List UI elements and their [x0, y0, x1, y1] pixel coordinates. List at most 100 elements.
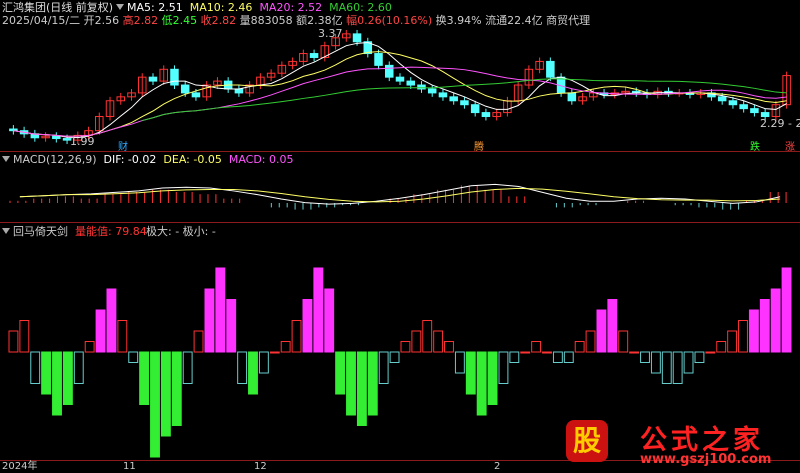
indicator-bar [41, 351, 52, 395]
quote-turnover: 换3.94% [435, 14, 482, 27]
candle-body [309, 53, 319, 58]
indicator-bar [150, 351, 160, 458]
quote-float: 流通22.4亿 [485, 14, 543, 27]
quote-high: 高2.82 [122, 14, 159, 27]
macd-dif: DIF: -0.02 [103, 153, 157, 166]
candle-body [449, 96, 458, 102]
indicator-bar [716, 341, 727, 353]
indicator-bar [748, 309, 759, 353]
indicator-bar [269, 351, 280, 354]
indicator-bar [770, 288, 781, 353]
indicator-bar [661, 351, 672, 384]
chevron-down-icon[interactable] [2, 156, 10, 162]
candle-body [395, 76, 405, 82]
candle-body [750, 108, 759, 114]
quote-change: 幅0.26(10.16%) [346, 14, 433, 27]
x-tick-0: 2024年 [2, 461, 38, 472]
indicator-bar [291, 320, 302, 353]
indicator-bar [258, 351, 269, 374]
indicator-bar [356, 351, 367, 426]
indicator-bar [400, 341, 411, 353]
macd-legend: MACD(12,26,9) DIF: -0.02 DEA: -0.05 MACD… [2, 154, 294, 166]
indicator-bar [128, 351, 139, 363]
price-right-label: 2.29 - 2 [760, 117, 800, 130]
indicator-bar [672, 351, 683, 384]
chevron-down-icon[interactable] [116, 4, 124, 10]
quote-industry: 商贸代理 [546, 14, 591, 27]
indicator-bar [759, 299, 770, 353]
candle-body [546, 60, 555, 78]
indicator-title: 回马倚天剑 [13, 225, 68, 238]
chart-window: 汇鸿集团(日线 前复权) MA5: 2.51 MA10: 2.46 MA20: … [0, 0, 800, 473]
indicator-bar [160, 351, 171, 437]
ma10-value: MA10: 2.46 [189, 1, 253, 14]
indicator-bar [389, 351, 400, 363]
quote-volume: 量883058 [239, 14, 293, 27]
quote-open: 开2.56 [83, 14, 120, 27]
indicator-bar [237, 351, 248, 384]
indicator-bar [313, 267, 324, 353]
chevron-down-icon[interactable] [2, 228, 10, 234]
indicator-bar [574, 341, 585, 353]
macd-dea: DEA: -0.05 [163, 153, 222, 166]
candle-body [438, 92, 448, 98]
candle-body [427, 88, 437, 94]
indicator-bar [454, 351, 465, 374]
tag-rise[interactable]: 涨 [785, 142, 795, 154]
indicator-bar [640, 351, 650, 363]
indicator-bar [498, 351, 509, 384]
candle-body [180, 84, 190, 94]
indicator-bar [95, 309, 106, 353]
indicator-bar [433, 330, 444, 353]
indicator-bar [335, 351, 346, 395]
quote-amount: 额2.38亿 [296, 14, 343, 27]
ma20-value: MA20: 2.52 [259, 1, 323, 14]
indicator-bar [487, 351, 498, 405]
candle-body [417, 84, 426, 90]
indicator-bar [204, 288, 215, 353]
quote-date: 2025/04/15/二 [2, 14, 81, 27]
candle-body [9, 128, 18, 132]
candle-body [567, 92, 577, 102]
indicator-bar [542, 351, 552, 354]
macd-value: MACD: 0.05 [228, 153, 294, 166]
price-high-label: 3.37 [318, 27, 343, 40]
indicator-extra: 极大: - 极小: - [146, 225, 216, 238]
indicator-bar [280, 341, 291, 353]
indicator-bar [694, 351, 705, 363]
ma60-value: MA60: 2.60 [329, 1, 392, 14]
indicator-bar [509, 351, 520, 363]
candle-body [148, 76, 158, 82]
candle-body [481, 112, 491, 118]
indicator-bar [324, 288, 335, 353]
indicator-bar [629, 351, 640, 354]
candle-body [352, 33, 362, 43]
quote-line: 2025/04/15/二 开2.56 高2.82 低2.45 收2.82 量88… [2, 15, 590, 27]
indicator-bar [248, 351, 258, 395]
tag-fall[interactable]: 跌 [750, 142, 760, 154]
indicator-bar [84, 341, 95, 353]
tag-event[interactable]: 腾 [474, 142, 484, 154]
indicator-bar [106, 288, 117, 353]
indicator-bar [727, 330, 738, 353]
indicator-bar [73, 351, 84, 384]
macd-dea-line [19, 187, 781, 203]
indicator-bar [618, 330, 629, 353]
candle-body [460, 100, 469, 106]
indicator-bar [705, 351, 716, 354]
indicator-legend: 回马倚天剑 量能值: 79.84 [2, 226, 147, 238]
indicator-bar [585, 330, 596, 353]
candle-body [191, 92, 201, 98]
indicator-bar [62, 351, 73, 405]
indicator-bar [226, 299, 237, 353]
macd-title: MACD(12,26,9) [13, 153, 97, 166]
indicator-bar [378, 351, 389, 384]
candle-body [406, 80, 415, 86]
indicator-bar [30, 351, 41, 384]
indicator-bar [738, 320, 748, 353]
indicator-bar [411, 330, 422, 353]
indicator-bar [182, 351, 193, 384]
candle-body [385, 64, 394, 78]
divider-main [0, 151, 800, 152]
ma5-value: MA5: 2.51 [127, 1, 183, 14]
